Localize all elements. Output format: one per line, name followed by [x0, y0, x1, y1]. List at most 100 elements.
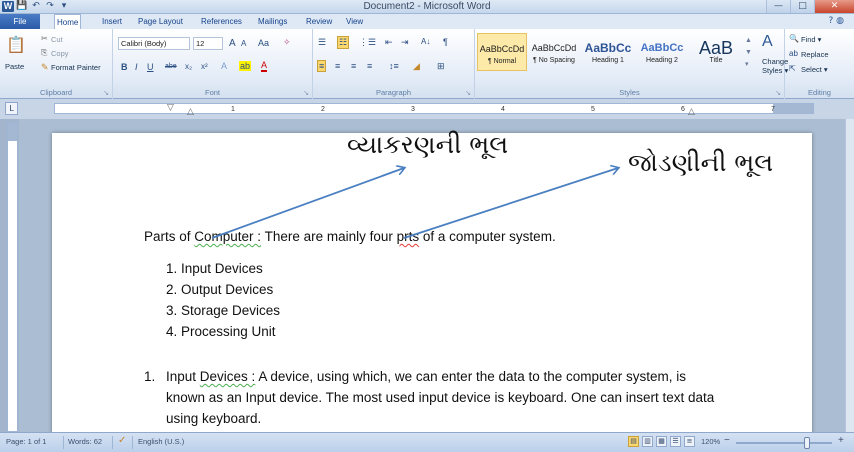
sort-button[interactable]: A↓	[421, 37, 430, 46]
style-no-spacing[interactable]: AaBbCcDd ¶ No Spacing	[529, 33, 579, 71]
horizontal-ruler[interactable]: ▽ △ △ 1 2 3 4 5 6 7	[54, 103, 814, 117]
maximize-button[interactable]: □	[790, 0, 814, 13]
close-button[interactable]: ✕	[814, 0, 854, 13]
style-normal[interactable]: AaBbCcDd ¶ Normal	[477, 33, 527, 71]
minimize-button[interactable]: —	[766, 0, 790, 13]
language-indicator[interactable]: English (U.S.)	[138, 437, 184, 446]
cut-button[interactable]: Cut	[51, 35, 63, 44]
input-devices-paragraph-line2[interactable]: known as an Input device. The most used …	[166, 387, 714, 408]
list-item[interactable]: 2. Output Devices	[166, 279, 273, 300]
align-center-icon[interactable]: ≡	[335, 61, 340, 71]
borders-icon[interactable]: ⊞	[437, 61, 445, 72]
full-screen-reading-icon[interactable]: ▥	[642, 436, 653, 447]
multilevel-list-icon[interactable]: ⋮☰	[359, 37, 376, 48]
page-count[interactable]: Page: 1 of 1	[6, 437, 46, 446]
grow-font-button[interactable]: A	[229, 38, 236, 49]
superscript-button[interactable]: x²	[201, 62, 208, 71]
para-grammar-word[interactable]: Devices :	[200, 369, 256, 384]
find-icon[interactable]: 🔍	[789, 34, 799, 43]
replace-icon[interactable]: ab	[789, 49, 798, 58]
shading-icon[interactable]: ◢	[413, 61, 420, 72]
word-count[interactable]: Words: 62	[68, 437, 102, 446]
bold-button[interactable]: B	[121, 62, 128, 72]
style-heading-2[interactable]: AaBbCc Heading 2	[637, 33, 687, 71]
tab-references[interactable]: References	[199, 14, 244, 29]
first-line-indent-marker[interactable]: ▽	[167, 103, 174, 113]
numbering-icon[interactable]: ☷	[337, 36, 350, 49]
styles-scroll-icon[interactable]: ▲ ▼ ▾	[745, 35, 752, 71]
draft-view-icon[interactable]: ≡	[684, 436, 695, 447]
change-styles-icon[interactable]: A	[762, 33, 773, 51]
cut-icon[interactable]: ✂	[41, 34, 48, 43]
vertical-ruler[interactable]	[7, 122, 18, 432]
print-layout-view-icon[interactable]: ▤	[628, 436, 639, 447]
select-button[interactable]: Select ▾	[801, 65, 828, 74]
shrink-font-button[interactable]: A	[241, 39, 246, 48]
subscript-button[interactable]: x₂	[185, 62, 192, 71]
right-indent-marker[interactable]: △	[688, 107, 695, 117]
web-layout-icon[interactable]: ▦	[656, 436, 667, 447]
highlight-color-icon[interactable]: ab	[239, 61, 252, 71]
strikethrough-button[interactable]: abe	[165, 63, 177, 70]
intro-paragraph[interactable]: Parts of Computer : There are mainly fou…	[144, 226, 556, 247]
help-icon[interactable]: ? ◍	[829, 16, 845, 26]
left-indent-marker[interactable]: △	[187, 107, 194, 117]
spelling-error-word[interactable]: prts	[397, 229, 420, 244]
vertical-scrollbar[interactable]	[845, 119, 854, 432]
clipboard-launcher-icon[interactable]: ↘	[103, 89, 109, 97]
zoom-slider[interactable]	[736, 437, 832, 449]
align-right-icon[interactable]: ≡	[351, 61, 356, 71]
list-item[interactable]: 3. Storage Devices	[166, 300, 280, 321]
style-title[interactable]: AaB Title	[691, 33, 741, 71]
grammar-error-word[interactable]: Computer :	[194, 229, 261, 244]
italic-button[interactable]: I	[135, 62, 138, 72]
decrease-indent-icon[interactable]: ⇤	[385, 37, 393, 48]
proofing-icon[interactable]: ✓	[118, 435, 126, 446]
tab-page-layout[interactable]: Page Layout	[136, 14, 185, 29]
tab-review[interactable]: Review	[304, 14, 334, 29]
tab-insert[interactable]: Insert	[100, 14, 124, 29]
copy-button[interactable]: Copy	[51, 49, 69, 58]
copy-icon[interactable]: ⎘	[41, 48, 47, 58]
paste-icon[interactable]: 📋	[6, 35, 26, 55]
tab-home[interactable]: Home	[54, 14, 82, 30]
styles-launcher-icon[interactable]: ↘	[775, 89, 781, 97]
font-size-combo[interactable]: 12	[193, 37, 223, 50]
replace-button[interactable]: Replace	[801, 50, 829, 59]
clear-formatting-icon[interactable]: ✧	[283, 37, 291, 48]
tab-mailings[interactable]: Mailings	[256, 14, 289, 29]
list-item[interactable]: 1. Input Devices	[166, 258, 263, 279]
paste-button[interactable]: Paste	[5, 62, 24, 71]
font-name-combo[interactable]: Calibri (Body)	[118, 37, 190, 50]
format-painter-icon[interactable]: ✎	[41, 62, 49, 73]
format-painter-button[interactable]: Format Painter	[51, 63, 101, 72]
font-color-icon[interactable]: A	[261, 61, 268, 72]
show-formatting-button[interactable]: ¶	[443, 37, 448, 47]
input-devices-paragraph-line3[interactable]: using keyboard.	[166, 408, 261, 429]
zoom-level[interactable]: 120%	[701, 437, 720, 446]
zoom-out-button[interactable]: −	[724, 435, 730, 446]
increase-indent-icon[interactable]: ⇥	[401, 37, 409, 48]
select-icon[interactable]: ⇱	[789, 64, 796, 73]
style-heading-1[interactable]: AaBbCc Heading 1	[583, 33, 633, 71]
status-bar: Page: 1 of 1 Words: 62 ✓ English (U.S.) …	[0, 432, 854, 452]
tab-file[interactable]: File	[0, 14, 40, 29]
zoom-in-button[interactable]: +	[838, 435, 844, 446]
font-launcher-icon[interactable]: ↘	[303, 89, 309, 97]
tab-view[interactable]: View	[344, 14, 365, 29]
zoom-slider-thumb[interactable]	[804, 437, 810, 449]
bullets-icon[interactable]: ☰	[318, 37, 326, 48]
underline-button[interactable]: U	[147, 62, 154, 72]
para-lead: Input	[166, 369, 200, 384]
change-case-button[interactable]: Aa	[258, 38, 269, 48]
paragraph-launcher-icon[interactable]: ↘	[465, 89, 471, 97]
text-effects-icon[interactable]: A	[221, 61, 227, 71]
justify-icon[interactable]: ≡	[367, 61, 372, 71]
align-left-icon[interactable]: ≡	[317, 60, 327, 72]
outline-view-icon[interactable]: ☰	[670, 436, 681, 447]
list-item[interactable]: 4. Processing Unit	[166, 321, 276, 342]
input-devices-paragraph-line1[interactable]: Input Devices : A device, using which, w…	[166, 366, 686, 387]
tab-selector-button[interactable]: L	[5, 102, 18, 115]
find-button[interactable]: Find ▾	[801, 35, 821, 44]
line-spacing-icon[interactable]: ↕≡	[389, 61, 399, 71]
